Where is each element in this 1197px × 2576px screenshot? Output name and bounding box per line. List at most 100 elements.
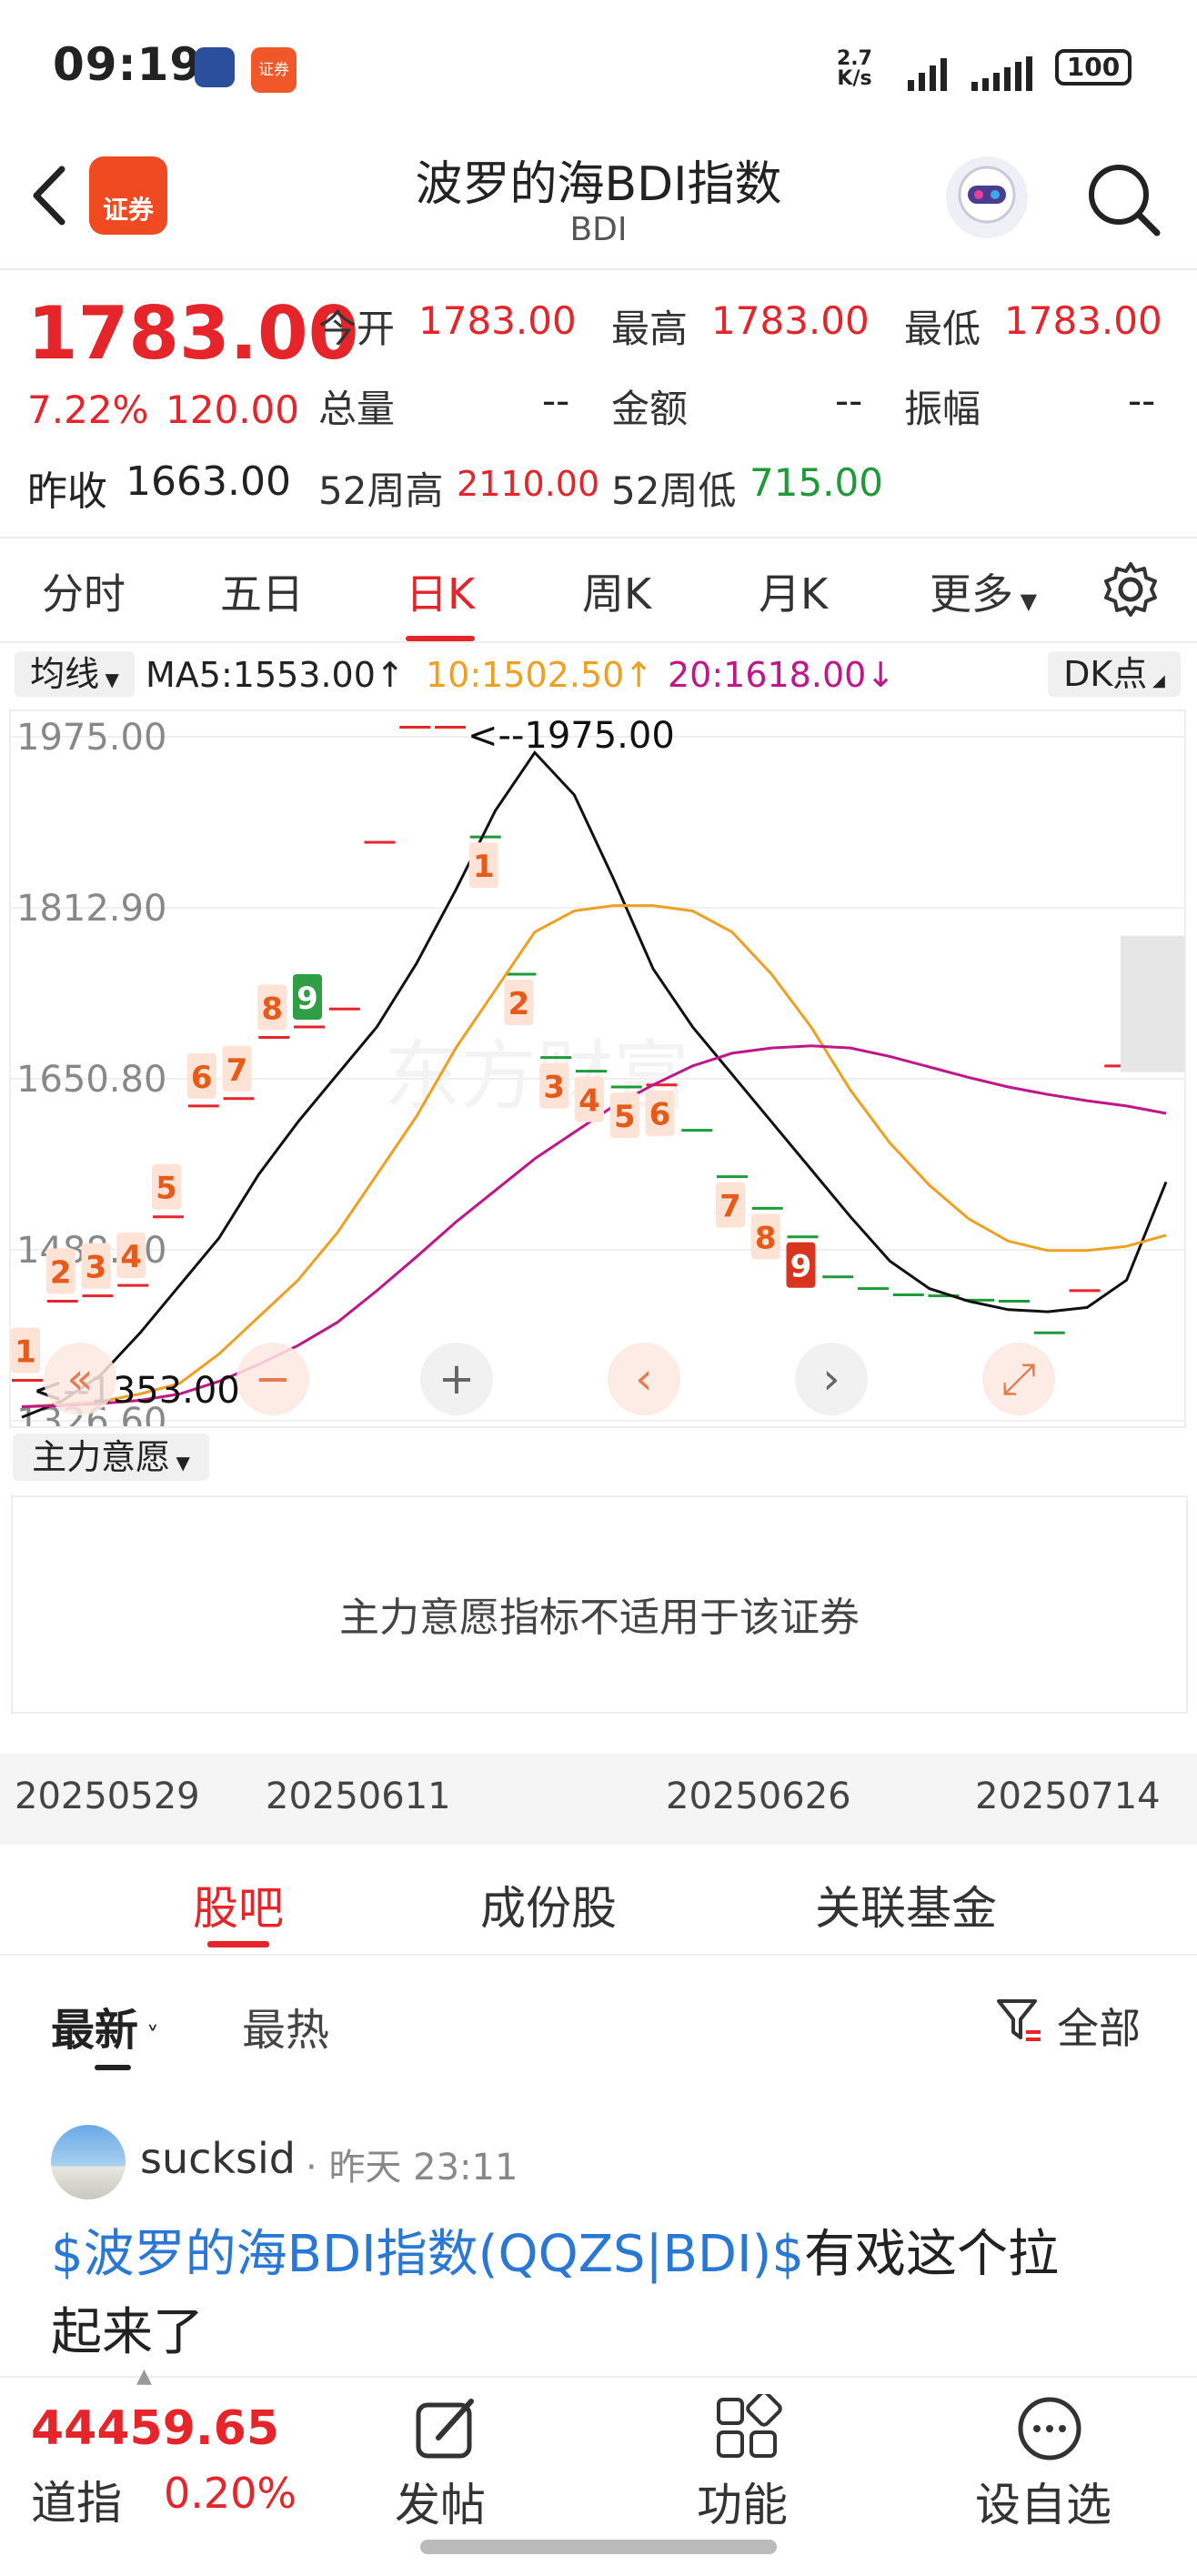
kline-chart-svg: 1975.001812.901650.801488.701326.60东方财富1…	[11, 715, 1184, 1443]
tab-constituents[interactable]: 成份股	[480, 1872, 617, 1937]
change-value: 120.00	[166, 387, 299, 432]
tab-forum[interactable]: 股吧	[193, 1872, 284, 1947]
sequence-marker-label: 2	[50, 1254, 72, 1291]
zoom-in-button-icon: +	[438, 1353, 475, 1404]
ma5-value: MA5:1553.00↑	[146, 655, 405, 695]
amount-label: 金额	[611, 387, 689, 431]
amplitude-label: 振幅	[904, 387, 981, 431]
ma-selector[interactable]: 均线 ▼	[15, 651, 135, 697]
max-price-label: <--1975.00	[468, 715, 675, 757]
zoom-in-button[interactable]: +	[420, 1343, 493, 1415]
filter-hot[interactable]: 最热	[242, 1994, 329, 2058]
signal-icon-2	[971, 56, 1032, 91]
tab-intraday[interactable]: 分时	[42, 561, 126, 621]
prev-close-value: 1663.00	[126, 458, 291, 505]
dk-point-selector[interactable]: DK点 ◢	[1048, 651, 1181, 697]
change-pct: 7.22%	[27, 387, 149, 432]
date-label-1: 20250529	[15, 1776, 200, 1817]
network-speed-unit: K/s	[837, 67, 872, 90]
kline-chart[interactable]: 1975.001812.901650.801488.701326.60东方财富1…	[9, 709, 1186, 1443]
tab-weekly-k[interactable]: 周K	[582, 561, 651, 621]
high-label: 最高	[611, 307, 689, 351]
edit-icon	[416, 2399, 474, 2459]
sequence-marker-label: 9	[790, 1249, 812, 1285]
fullscreen-button[interactable]: ⤢	[982, 1343, 1055, 1415]
ma10-up-arrow-icon: ↑	[624, 655, 654, 695]
ma20-text: 20:1618.00	[668, 655, 867, 695]
wk52-high-value: 2110.00	[457, 464, 600, 504]
open-label: 今开	[318, 307, 396, 351]
index-change[interactable]: 0.20%	[164, 2469, 297, 2518]
fullscreen-button-icon: ⤢	[1001, 1353, 1036, 1404]
ma-line-10	[21, 904, 1167, 1408]
post-button[interactable]: 发帖	[373, 2378, 518, 2532]
post-time-text: 昨天 23:11	[328, 2147, 518, 2189]
tab-label: 分时	[42, 569, 126, 619]
battery-icon: 100	[1055, 49, 1132, 86]
post-card[interactable]: sucksid · 昨天 23:11 $波罗的海BDI指数(QQZS|BDI)$…	[0, 2092, 1197, 2365]
scroll-left-button[interactable]: ‹	[608, 1343, 680, 1415]
home-indicator[interactable]	[420, 2540, 777, 2554]
assistant-robot-icon[interactable]	[946, 156, 1028, 238]
tab-label: 股吧	[193, 1882, 284, 1935]
post-text-1: 有戏这个拉	[804, 2225, 1059, 2284]
sequence-marker-label: 3	[86, 1250, 107, 1286]
low-label: 最低	[904, 307, 981, 351]
zoom-out-button-icon: −	[255, 1353, 291, 1404]
sequence-marker-label: 4	[120, 1239, 142, 1275]
network-speed-value: 2.7	[837, 47, 872, 70]
scroll-right-button[interactable]: ›	[795, 1343, 868, 1415]
indicator-selector-label: 主力意愿	[32, 1437, 171, 1477]
ma-legend: 均线 ▼ MA5:1553.00↑ 10:1502.50↑ 20:1618.00…	[0, 648, 1197, 704]
tab-daily-k[interactable]: 日K	[406, 561, 476, 641]
zoom-out-button[interactable]: −	[236, 1343, 309, 1415]
latest-range-band	[1121, 935, 1184, 1072]
sequence-marker-label: 7	[719, 1189, 741, 1225]
high-value: 1783.00	[711, 298, 870, 343]
add-watchlist-button[interactable]: 设自选	[968, 2378, 1132, 2532]
quote-panel: 1783.00 7.22% 120.00 昨收 1663.00 今开 1783.…	[0, 273, 1197, 538]
tab-label: 月K	[759, 569, 829, 619]
functions-button[interactable]: 功能	[675, 2378, 820, 2532]
grid-apps-icon	[717, 2394, 782, 2458]
add-watchlist-label: 设自选	[975, 2479, 1112, 2531]
wk52-high-label: 52周高	[318, 468, 444, 513]
post-username[interactable]: sucksid	[140, 2134, 296, 2183]
tab-more[interactable]: 更多 ▼	[930, 561, 1037, 621]
settings-gear-icon[interactable]	[1101, 559, 1161, 619]
index-value[interactable]: 44459.65	[31, 2401, 279, 2456]
tab-related-funds[interactable]: 关联基金	[815, 1872, 997, 1937]
post-stock-tag[interactable]: $波罗的海BDI指数(QQZS|BDI)$	[51, 2225, 804, 2284]
amplitude-value: --	[1128, 378, 1156, 423]
tab-label: 周K	[582, 569, 652, 619]
sequence-marker-label: 9	[297, 981, 318, 1017]
post-filters: 最新 ˅ 最热 全部	[0, 1956, 1197, 2074]
tab-monthly-k[interactable]: 月K	[759, 561, 828, 621]
date-label-3: 20250626	[666, 1776, 851, 1817]
indicator-selector[interactable]: 主力意愿 ▼	[13, 1434, 209, 1481]
indicator-panel: 主力意愿指标不适用于该证券	[11, 1495, 1188, 1714]
filter-all[interactable]: 全部	[1057, 1996, 1141, 2056]
tab-label: 更多	[930, 569, 1013, 619]
post-time: · 昨天 23:11	[306, 2147, 518, 2189]
filter-latest[interactable]: 最新 ˅	[51, 1994, 159, 2070]
avatar[interactable]	[51, 2125, 126, 2199]
index-name[interactable]: 道指	[31, 2467, 122, 2532]
ma20-value: 20:1618.00↓	[668, 655, 895, 695]
filter-funnel-icon[interactable]	[993, 1996, 1044, 2047]
volume-value: --	[542, 378, 570, 423]
search-icon[interactable]	[1082, 158, 1164, 240]
prev-close-label: 昨收	[27, 468, 107, 515]
active-tab-underline	[207, 1941, 269, 1947]
sequence-marker-label: 1	[15, 1333, 36, 1370]
date-label-2: 20250611	[266, 1776, 451, 1817]
sequence-marker-label: 6	[649, 1097, 671, 1133]
amount-value: --	[835, 378, 863, 423]
tab-five-day[interactable]: 五日	[220, 561, 304, 621]
sequence-marker-label: 7	[226, 1052, 248, 1089]
y-tick-label: 1812.90	[16, 888, 166, 930]
collapse-caret-icon[interactable]: ▲	[136, 2365, 152, 2388]
active-tab-underline	[406, 636, 476, 641]
scroll-left-fast-button[interactable]: «	[44, 1343, 116, 1415]
ma20-down-arrow-icon: ↓	[866, 655, 896, 695]
